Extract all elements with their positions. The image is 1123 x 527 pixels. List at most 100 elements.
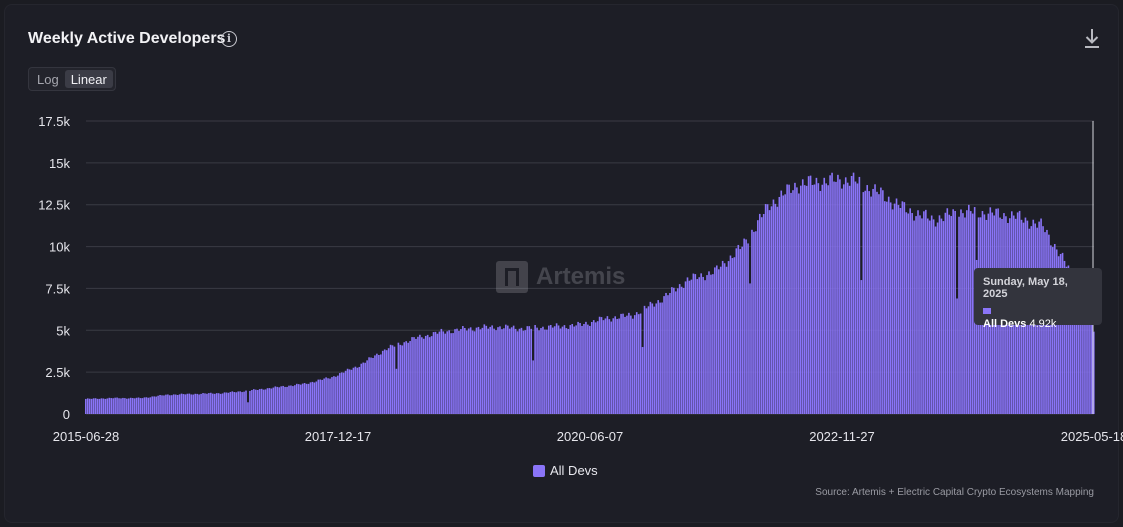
bar[interactable] bbox=[452, 333, 454, 414]
bar[interactable] bbox=[915, 216, 917, 414]
bar[interactable] bbox=[465, 330, 468, 414]
bar[interactable] bbox=[561, 326, 564, 414]
bar[interactable] bbox=[208, 393, 210, 414]
bar[interactable] bbox=[88, 398, 91, 414]
bar[interactable] bbox=[649, 301, 652, 414]
bar[interactable] bbox=[415, 338, 417, 414]
bar[interactable] bbox=[702, 276, 704, 414]
bar[interactable] bbox=[770, 206, 773, 414]
bar[interactable] bbox=[307, 383, 310, 414]
bar[interactable] bbox=[792, 190, 794, 414]
bar[interactable] bbox=[487, 328, 490, 414]
bar[interactable] bbox=[893, 203, 896, 414]
bar[interactable] bbox=[380, 354, 382, 414]
bar[interactable] bbox=[577, 321, 579, 414]
bar[interactable] bbox=[413, 337, 415, 414]
bar[interactable] bbox=[153, 396, 155, 414]
bar[interactable] bbox=[151, 396, 154, 414]
bar[interactable] bbox=[632, 318, 634, 414]
bar[interactable] bbox=[362, 362, 365, 414]
bar[interactable] bbox=[231, 391, 234, 414]
bar[interactable] bbox=[856, 183, 859, 414]
bar[interactable] bbox=[622, 313, 624, 414]
bar[interactable] bbox=[606, 316, 609, 414]
bar[interactable] bbox=[301, 383, 304, 414]
bar[interactable] bbox=[518, 328, 521, 414]
bar[interactable] bbox=[98, 398, 101, 414]
bar[interactable] bbox=[530, 328, 533, 414]
bar[interactable] bbox=[559, 328, 562, 414]
bar[interactable] bbox=[911, 213, 913, 414]
bar[interactable] bbox=[737, 244, 740, 414]
bar[interactable] bbox=[335, 376, 337, 414]
bar[interactable] bbox=[948, 214, 951, 414]
bar[interactable] bbox=[297, 384, 300, 414]
bar[interactable] bbox=[674, 291, 677, 414]
bar[interactable] bbox=[108, 397, 111, 414]
bar[interactable] bbox=[950, 216, 953, 414]
bar[interactable] bbox=[692, 273, 695, 414]
bar[interactable] bbox=[956, 298, 958, 414]
bar[interactable] bbox=[835, 181, 837, 414]
bar[interactable] bbox=[200, 393, 202, 414]
bar[interactable] bbox=[366, 360, 368, 414]
bar[interactable] bbox=[430, 336, 433, 414]
bar[interactable] bbox=[700, 273, 702, 414]
bar[interactable] bbox=[501, 329, 503, 414]
bar[interactable] bbox=[884, 201, 886, 414]
bar[interactable] bbox=[641, 347, 644, 414]
bar[interactable] bbox=[102, 398, 105, 414]
bar[interactable] bbox=[182, 394, 185, 414]
bar[interactable] bbox=[90, 398, 93, 414]
bar[interactable] bbox=[1091, 324, 1093, 414]
bar[interactable] bbox=[581, 325, 583, 414]
bar[interactable] bbox=[669, 292, 671, 414]
bar[interactable] bbox=[596, 321, 599, 414]
bar[interactable] bbox=[735, 248, 738, 414]
bar[interactable] bbox=[467, 328, 470, 414]
bar[interactable] bbox=[534, 325, 536, 414]
bar[interactable] bbox=[471, 330, 474, 414]
bar[interactable] bbox=[506, 325, 509, 414]
bar[interactable] bbox=[751, 229, 753, 414]
bar[interactable] bbox=[721, 260, 724, 414]
bar[interactable] bbox=[839, 179, 841, 414]
bar[interactable] bbox=[149, 397, 152, 414]
bar[interactable] bbox=[633, 315, 636, 414]
bar[interactable] bbox=[114, 397, 116, 414]
bar[interactable] bbox=[624, 316, 626, 414]
bar[interactable] bbox=[891, 209, 894, 414]
bar[interactable] bbox=[643, 305, 646, 414]
bar[interactable] bbox=[505, 324, 507, 414]
bar[interactable] bbox=[612, 318, 615, 414]
bar[interactable] bbox=[598, 316, 601, 414]
bar[interactable] bbox=[663, 296, 665, 414]
bar[interactable] bbox=[760, 217, 763, 414]
bar[interactable] bbox=[454, 329, 456, 414]
bar[interactable] bbox=[858, 176, 861, 414]
bar[interactable] bbox=[383, 349, 386, 414]
bar[interactable] bbox=[739, 249, 742, 414]
bar[interactable] bbox=[481, 327, 484, 414]
bar[interactable] bbox=[610, 321, 613, 414]
bar[interactable] bbox=[450, 333, 452, 414]
bar[interactable] bbox=[882, 190, 884, 414]
bar[interactable] bbox=[524, 330, 527, 414]
bar[interactable] bbox=[676, 288, 679, 414]
bar[interactable] bbox=[258, 389, 261, 414]
bar[interactable] bbox=[614, 316, 617, 414]
bar[interactable] bbox=[934, 226, 937, 414]
bar[interactable] bbox=[794, 182, 796, 414]
bar[interactable] bbox=[784, 194, 786, 414]
bar[interactable] bbox=[407, 342, 409, 414]
bar[interactable] bbox=[464, 327, 466, 414]
bar[interactable] bbox=[346, 368, 349, 414]
bar[interactable] bbox=[635, 312, 638, 414]
bar[interactable] bbox=[723, 263, 726, 414]
bar[interactable] bbox=[837, 174, 839, 414]
bar[interactable] bbox=[176, 394, 179, 414]
bar[interactable] bbox=[542, 326, 544, 414]
bar[interactable] bbox=[460, 329, 462, 414]
bar[interactable] bbox=[483, 324, 486, 414]
bar[interactable] bbox=[608, 319, 611, 414]
